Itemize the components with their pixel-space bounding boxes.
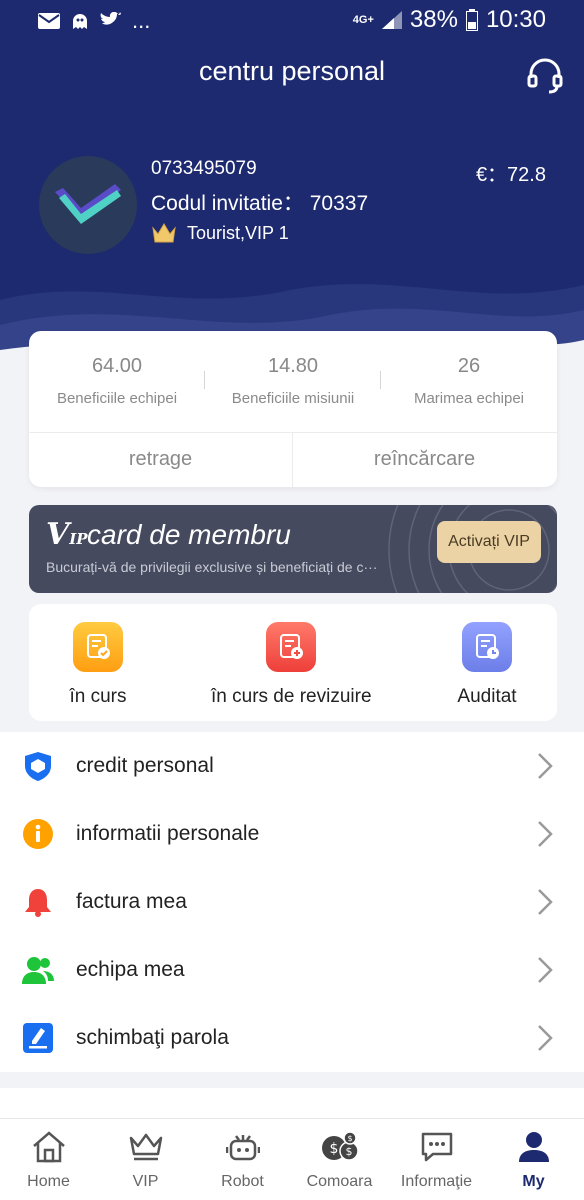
vip-card-title: card de membru (87, 519, 291, 550)
nav-robot[interactable]: Robot (194, 1127, 291, 1191)
stat-mission-benefits: 14.80 Beneficiile misiunii (205, 355, 381, 407)
stat-label: Beneficiile misiunii (231, 390, 355, 407)
status-under-review[interactable]: în curs de revizuire (211, 622, 372, 708)
clock: 10:30 (485, 6, 546, 33)
menu-item-personal-info[interactable]: informatii personale (0, 800, 584, 868)
nav-label: Comoara (306, 1173, 373, 1190)
nav-vip[interactable]: VIP (97, 1127, 194, 1191)
vip-card-subtitle: Bucurați-vă de privilegii exclusive și b… (46, 559, 378, 575)
vip-membership-card[interactable]: VIP card de membru Bucurați-vă de privil… (29, 505, 557, 593)
chat-icon (417, 1127, 457, 1167)
clipboard-check-icon (73, 622, 123, 672)
avatar[interactable] (39, 156, 137, 254)
task-status-card: în curs în curs de revizuire Auditat (29, 604, 557, 721)
chevron-right-icon (538, 1025, 553, 1051)
home-icon (29, 1127, 69, 1167)
stat-value: 14.80 (267, 355, 319, 377)
chevron-right-icon (538, 957, 553, 983)
invite-value: 70337 (309, 192, 369, 215)
menu-item-label: factura mea (76, 890, 187, 913)
invite-label: Codul invitatie： (151, 192, 304, 215)
svg-text:$: $ (347, 1134, 352, 1143)
stat-value: 64.00 (91, 355, 143, 377)
svg-text:$: $ (345, 1145, 352, 1158)
menu-item-label: schimbaţi parola (76, 1026, 229, 1049)
withdraw-button[interactable]: retrage (29, 432, 292, 487)
battery-percent: 38% (409, 6, 458, 33)
page-title: centru personal (198, 56, 386, 86)
status-bar: ... 4G+ 38% 10:30 (0, 0, 584, 40)
status-label: în curs de revizuire (211, 686, 372, 707)
recharge-button[interactable]: reîncărcare (293, 432, 556, 487)
vip-logo: VIP (46, 517, 88, 552)
ghost-icon (73, 14, 87, 29)
bell-icon (21, 885, 55, 919)
status-in-progress[interactable]: în curs (63, 622, 133, 708)
clipboard-clock-icon (462, 622, 512, 672)
activate-vip-button[interactable]: Activați VIP (437, 521, 541, 563)
menu-item-personal-credit[interactable]: credit personal (0, 732, 584, 800)
network-label: 4G+ (352, 13, 374, 26)
crown-icon (152, 223, 176, 243)
signal-icon (381, 11, 402, 29)
mail-icon (38, 13, 60, 29)
menu-item-change-password[interactable]: schimbaţi parola (0, 1004, 584, 1072)
checkmark-logo-icon (55, 184, 121, 224)
menu-item-label: credit personal (76, 754, 214, 777)
nav-home[interactable]: Home (0, 1127, 97, 1191)
user-icon (514, 1127, 554, 1167)
menu-item-my-team[interactable]: echipa mea (0, 936, 584, 1004)
shield-icon (21, 749, 55, 783)
invite-code: Codul invitatie： 70337 (151, 187, 368, 217)
more-notifications: ... (132, 8, 151, 33)
stat-team-size: 26 Marimea echipei (381, 355, 557, 407)
stat-label: Marimea echipei (413, 390, 525, 407)
nav-treasure[interactable]: $ $ $ Comoara (291, 1127, 388, 1191)
robot-icon (223, 1127, 263, 1167)
menu-item-label: informatii personale (76, 822, 260, 845)
menu-item-label: echipa mea (76, 958, 185, 981)
status-label: Auditat (457, 686, 517, 707)
menu-item-my-invoice[interactable]: factura mea (0, 868, 584, 936)
profile-header: ... 4G+ 38% 10:30 centru personal 073349… (0, 0, 584, 372)
vip-level: Tourist,VIP 1 (151, 222, 289, 244)
crown-icon (126, 1127, 166, 1167)
clipboard-plus-icon (266, 622, 316, 672)
nav-information[interactable]: Informaţie (388, 1127, 485, 1191)
chevron-right-icon (538, 821, 553, 847)
chevron-right-icon (538, 753, 553, 779)
nav-label: Home (27, 1173, 70, 1190)
chevron-right-icon (538, 889, 553, 915)
twitter-icon (100, 12, 121, 25)
nav-label: Informaţie (400, 1173, 473, 1190)
svg-text:$: $ (329, 1141, 338, 1157)
phone-number: 0733495079 (151, 158, 257, 179)
nav-label: Robot (221, 1173, 264, 1190)
balance: €：72.8 (475, 164, 546, 186)
vip-level-label: Tourist,VIP 1 (187, 222, 289, 243)
coins-icon: $ $ $ (320, 1127, 360, 1167)
info-icon (21, 817, 55, 851)
stats-card: 64.00 Beneficiile echipei 14.80 Benefici… (29, 331, 557, 487)
team-icon (21, 953, 55, 987)
nav-my[interactable]: My (485, 1127, 582, 1191)
status-label: în curs (69, 686, 127, 707)
nav-label: VIP (132, 1173, 159, 1190)
status-audited[interactable]: Auditat (447, 622, 527, 708)
headset-icon[interactable] (525, 56, 565, 96)
stat-value: 26 (457, 355, 481, 377)
battery-icon (465, 9, 478, 31)
stat-team-benefits: 64.00 Beneficiile echipei (29, 355, 205, 407)
pen-icon (21, 1021, 55, 1055)
nav-label: My (522, 1173, 545, 1190)
stat-label: Beneficiile echipei (56, 390, 178, 407)
bottom-nav: Home VIP Robot $ $ $ Comoara Informaţie My (0, 1118, 584, 1200)
content-bottom-strip (0, 1088, 584, 1118)
settings-menu: credit personal informatii personale fac… (0, 732, 584, 1072)
